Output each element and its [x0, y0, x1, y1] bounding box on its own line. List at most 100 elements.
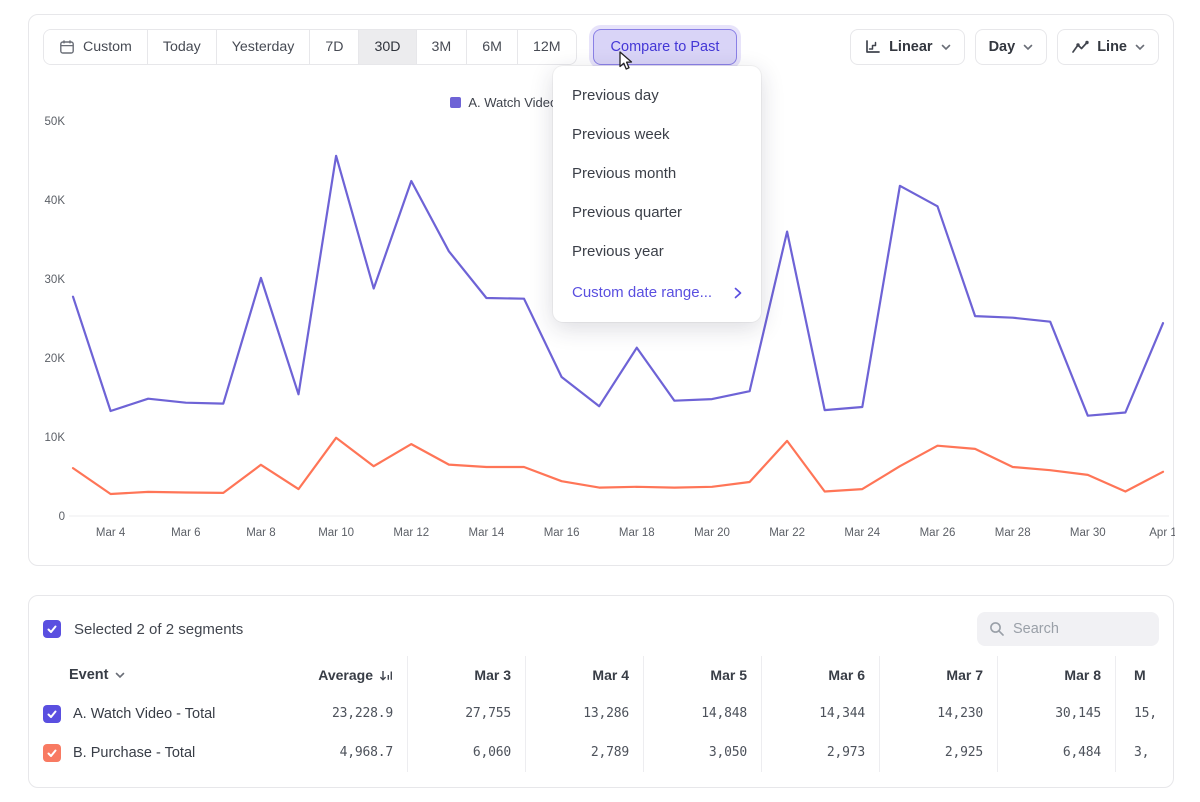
range-3m-button[interactable]: 3M [417, 30, 468, 64]
svg-text:Mar 18: Mar 18 [619, 527, 655, 539]
menu-item-previous-month[interactable]: Previous month [553, 154, 761, 193]
row-b-checkbox[interactable] [43, 744, 61, 762]
custom-date-range-label: Custom date range... [572, 284, 712, 301]
svg-text:Mar 12: Mar 12 [393, 527, 429, 539]
date-range-group: Custom Today Yesterday 7D 30D 3M 6M 12M [43, 29, 577, 65]
row-a-clipped: 15, [1115, 694, 1174, 733]
calendar-icon [59, 39, 75, 55]
svg-text:Mar 24: Mar 24 [844, 527, 880, 539]
row-b-mar3: 6,060 [407, 733, 525, 772]
svg-text:Mar 14: Mar 14 [469, 527, 505, 539]
menu-item-previous-quarter[interactable]: Previous quarter [553, 193, 761, 232]
svg-text:Mar 16: Mar 16 [544, 527, 580, 539]
row-b-average: 4,968.7 [315, 745, 407, 760]
line-chart-icon [1071, 40, 1089, 55]
row-b-mar5: 3,050 [643, 733, 761, 772]
column-header-event[interactable]: Event [29, 667, 315, 683]
svg-text:30K: 30K [45, 274, 66, 286]
row-a-mar8: 30,145 [997, 694, 1115, 733]
column-header-mar3[interactable]: Mar 3 [407, 656, 525, 694]
custom-range-button[interactable]: Custom [44, 30, 148, 64]
chevron-down-icon [941, 44, 951, 51]
svg-text:Mar 30: Mar 30 [1070, 527, 1106, 539]
compare-to-past-button[interactable]: Compare to Past [593, 29, 738, 65]
today-button[interactable]: Today [148, 30, 217, 64]
menu-item-custom-date-range[interactable]: Custom date range... [553, 273, 761, 312]
series-a-swatch [450, 97, 461, 108]
column-header-clipped[interactable]: M [1115, 656, 1174, 694]
segments-header: Selected 2 of 2 segments [29, 596, 1173, 656]
row-a-mar4: 13,286 [525, 694, 643, 733]
search-box [977, 612, 1159, 646]
svg-text:Mar 28: Mar 28 [995, 527, 1031, 539]
event-header-label: Event [69, 667, 109, 683]
chart-type-label: Line [1097, 39, 1127, 55]
row-a-checkbox[interactable] [43, 705, 61, 723]
row-a-mar3: 27,755 [407, 694, 525, 733]
chart-type-select-button[interactable]: Line [1057, 29, 1159, 65]
row-a-mar5: 14,848 [643, 694, 761, 733]
interval-select-button[interactable]: Day [975, 29, 1048, 65]
column-header-mar5[interactable]: Mar 5 [643, 656, 761, 694]
row-b-label: B. Purchase - Total [73, 745, 195, 761]
svg-text:Mar 4: Mar 4 [96, 527, 126, 539]
svg-text:0: 0 [59, 511, 65, 523]
select-all-checkbox[interactable] [43, 620, 61, 638]
svg-text:Mar 10: Mar 10 [318, 527, 354, 539]
chevron-right-icon [734, 287, 742, 299]
range-30d-button[interactable]: 30D [359, 30, 416, 64]
range-6m-button[interactable]: 6M [467, 30, 518, 64]
scale-select-button[interactable]: Linear [850, 29, 965, 65]
menu-item-previous-week[interactable]: Previous week [553, 115, 761, 154]
column-header-average[interactable]: Average [315, 667, 407, 683]
svg-text:Mar 20: Mar 20 [694, 527, 730, 539]
row-b-mar6: 2,973 [761, 733, 879, 772]
linear-scale-icon [864, 39, 881, 55]
segments-summary: Selected 2 of 2 segments [74, 621, 243, 638]
svg-text:Mar 26: Mar 26 [920, 527, 956, 539]
compare-dropdown-menu: Previous day Previous week Previous mont… [553, 66, 761, 322]
row-b-clipped: 3, [1115, 733, 1174, 772]
row-a-mar7: 14,230 [879, 694, 997, 733]
column-header-mar6[interactable]: Mar 6 [761, 656, 879, 694]
svg-text:50K: 50K [45, 116, 66, 128]
row-a-label: A. Watch Video - Total [73, 706, 215, 722]
svg-text:40K: 40K [45, 195, 66, 207]
chevron-down-icon [1135, 44, 1145, 51]
table-header-row: Event Average Mar 3 Mar 4 Mar 5 Mar 6 Ma… [29, 656, 1173, 694]
svg-text:Mar 6: Mar 6 [171, 527, 200, 539]
custom-range-label: Custom [83, 39, 132, 55]
row-b-mar7: 2,925 [879, 733, 997, 772]
search-icon [989, 621, 1005, 637]
range-7d-button[interactable]: 7D [310, 30, 359, 64]
search-input[interactable] [1013, 621, 1147, 637]
row-a-average: 23,228.9 [315, 706, 407, 721]
row-b-mar8: 6,484 [997, 733, 1115, 772]
svg-text:20K: 20K [45, 353, 66, 365]
svg-text:Apr 1: Apr 1 [1149, 527, 1175, 539]
row-b-mar4: 2,789 [525, 733, 643, 772]
analytics-dashboard: Custom Today Yesterday 7D 30D 3M 6M 12M … [0, 0, 1200, 802]
column-header-mar8[interactable]: Mar 8 [997, 656, 1115, 694]
table-row[interactable]: B. Purchase - Total 4,968.7 6,060 2,789 … [29, 733, 1173, 772]
chart-toolbar: Custom Today Yesterday 7D 30D 3M 6M 12M … [29, 15, 1173, 65]
scale-label: Linear [889, 39, 933, 55]
interval-label: Day [989, 39, 1016, 55]
column-header-mar4[interactable]: Mar 4 [525, 656, 643, 694]
chevron-down-icon [115, 672, 125, 679]
segments-table: Event Average Mar 3 Mar 4 Mar 5 Mar 6 Ma… [29, 656, 1173, 772]
menu-item-previous-day[interactable]: Previous day [553, 76, 761, 115]
yesterday-button[interactable]: Yesterday [217, 30, 311, 64]
sort-icon [379, 669, 393, 682]
segments-panel: Selected 2 of 2 segments Event Average [28, 595, 1174, 788]
row-a-mar6: 14,344 [761, 694, 879, 733]
column-header-mar7[interactable]: Mar 7 [879, 656, 997, 694]
chart-options: Linear Day Line [850, 29, 1159, 65]
menu-item-previous-year[interactable]: Previous year [553, 232, 761, 271]
range-12m-button[interactable]: 12M [518, 30, 576, 64]
svg-text:10K: 10K [45, 432, 66, 444]
table-row[interactable]: A. Watch Video - Total 23,228.9 27,755 1… [29, 694, 1173, 733]
average-header-label: Average [318, 667, 373, 683]
chevron-down-icon [1023, 44, 1033, 51]
svg-text:Mar 22: Mar 22 [769, 527, 805, 539]
